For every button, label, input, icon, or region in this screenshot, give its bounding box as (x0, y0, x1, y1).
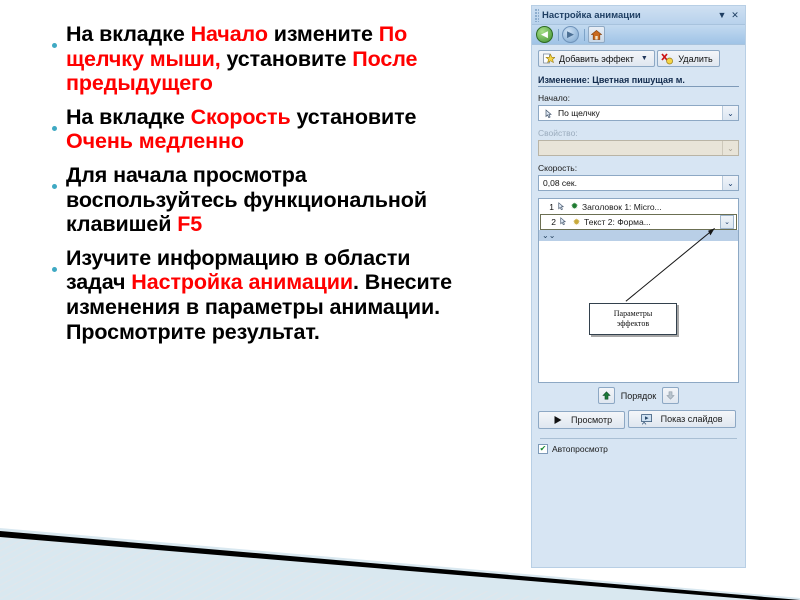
start-value: По щелчку (558, 108, 600, 118)
effect-star-icon: ✹ (570, 201, 579, 211)
toolbar-separator (558, 28, 559, 41)
list-expander[interactable]: ⌄⌄ (539, 230, 738, 241)
animation-item-label: Текст 2: Форма... (584, 217, 651, 227)
bullet-text: На вкладке Скорость установите Очень мед… (66, 105, 472, 154)
animation-order-number: 1 (549, 201, 554, 212)
bullet-item: Изучите информацию в области задач Настр… (52, 246, 472, 344)
bullet-text: Изучите информацию в области задач Настр… (66, 246, 472, 344)
chevron-down-icon[interactable]: ▼ (716, 9, 728, 21)
animation-item-label: Заголовок 1: Micro... (582, 201, 662, 212)
bullet-text-segment: Скорость (190, 104, 291, 129)
property-field-label: Свойство: (538, 128, 578, 138)
mouse-click-icon (554, 201, 567, 213)
start-field-label: Начало: (538, 93, 570, 103)
forward-arrow-icon[interactable]: ▶ (562, 26, 579, 43)
chevron-down-icon: ⌄ (722, 141, 738, 155)
bullet-text: На вкладке Начало измените По щелчку мыш… (66, 22, 472, 96)
bullet-text: Для начала просмотра воспользуйтесь функ… (66, 163, 472, 237)
animation-list-item[interactable]: 1 ✹ Заголовок 1: Micro... (539, 199, 738, 214)
add-effect-label: Добавить эффект (559, 53, 634, 64)
callout-line-2: эффектов (616, 319, 650, 328)
bullet-text-segment: Для начала просмотра воспользуйтесь функ… (66, 163, 427, 237)
callout-line-1: Параметры (613, 309, 653, 318)
bullet-text-segment: На вкладке (66, 104, 191, 129)
animation-list-item[interactable]: 2 ✹ Текст 2: Форма... ⌄ (540, 214, 737, 230)
slideshow-button[interactable]: Показ слайдов (627, 410, 736, 428)
bullet-text-segment: На вкладке (66, 22, 191, 46)
bullet-item: На вкладке Скорость установите Очень мед… (52, 105, 472, 154)
delete-x-icon (661, 52, 674, 65)
move-down-icon[interactable] (662, 387, 680, 404)
speed-combobox[interactable]: 0,08 сек. ⌄ (538, 175, 739, 191)
autopreview-row[interactable]: ✔ Автопросмотр (538, 443, 739, 454)
close-icon[interactable]: ✕ (729, 9, 741, 21)
speed-field-label: Скорость: (538, 163, 578, 173)
preview-label: Просмотр (571, 414, 613, 425)
bullet-text-segment: Настройка анимации (131, 270, 354, 295)
start-combobox[interactable]: По щелчку ⌄ (538, 105, 739, 121)
speed-value: 0,08 сек. (543, 178, 577, 188)
property-combobox[interactable]: ⌄ (538, 140, 739, 156)
bullet-dot-icon (52, 163, 66, 194)
home-icon[interactable] (588, 26, 605, 43)
move-up-icon[interactable] (597, 387, 615, 404)
animation-effects-list[interactable]: 1 ✹ Заголовок 1: Micro... 2 ✹ Текст 2: Форма.… (538, 198, 739, 383)
preview-button[interactable]: Просмотр (538, 410, 626, 429)
bullet-text-segment: Очень медленно (66, 129, 244, 154)
toolbar-separator (584, 28, 585, 41)
bullet-text-segment: установите (290, 104, 417, 129)
star-effect-icon (542, 52, 555, 65)
pane-titlebar: Настройка анимации ▼ ✕ (532, 6, 745, 25)
effect-star-icon: ✹ (572, 216, 581, 227)
animation-order-number: 2 (551, 217, 556, 227)
bullet-dot-icon (52, 105, 66, 136)
mouse-click-icon (542, 107, 555, 120)
expander-chevrons: ⌄⌄ (542, 231, 556, 240)
add-effect-button[interactable]: Добавить эффект ▼ (538, 50, 655, 67)
slideshow-label: Показ слайдов (660, 414, 723, 424)
slide-body-text: На вкладке Начало измените По щелчку мыш… (52, 22, 472, 353)
bullet-text-segment: Начало (190, 22, 268, 46)
animation-task-pane: Настройка анимации ▼ ✕ ◀ ▶ Добавить эффе… (531, 5, 746, 568)
mouse-click-icon (556, 216, 569, 228)
drag-grip-icon[interactable] (535, 8, 539, 22)
bullet-item: Для начала просмотра воспользуйтесь функ… (52, 163, 472, 237)
chevron-down-icon[interactable]: ⌄ (722, 176, 738, 190)
play-icon (551, 413, 564, 426)
bullet-text-segment: установите (220, 46, 353, 71)
effect-modify-title: Изменение: Цветная пишущая м. (538, 75, 739, 87)
chevron-down-icon[interactable]: ⌄ (722, 106, 738, 120)
slideshow-icon (641, 413, 654, 426)
remove-effect-button[interactable]: Удалить (657, 50, 720, 67)
effect-options-callout: Параметры эффектов (589, 303, 677, 335)
order-label: Порядок (620, 390, 657, 401)
bullet-dot-icon (52, 22, 66, 53)
bullet-text-segment: F5 (177, 212, 203, 237)
bullet-text-segment: измените (267, 22, 379, 46)
pane-navigation-toolbar: ◀ ▶ (532, 25, 745, 45)
autopreview-checkbox[interactable]: ✔ (538, 443, 548, 454)
pane-title: Настройка анимации (542, 9, 641, 21)
remove-effect-label: Удалить (678, 53, 713, 64)
bullet-dot-icon (52, 246, 66, 277)
back-arrow-icon[interactable]: ◀ (536, 26, 553, 43)
pane-body: Добавить эффект ▼ Удалить Изменение: Цве… (532, 45, 745, 454)
autopreview-label: Автопросмотр (552, 443, 608, 454)
pane-divider (540, 437, 737, 439)
bullet-item: На вкладке Начало измените По щелчку мыш… (52, 22, 472, 96)
chevron-down-icon[interactable]: ▼ (641, 55, 648, 62)
effect-options-dropdown[interactable]: ⌄ (720, 215, 734, 229)
reorder-controls: Порядок (538, 387, 739, 404)
